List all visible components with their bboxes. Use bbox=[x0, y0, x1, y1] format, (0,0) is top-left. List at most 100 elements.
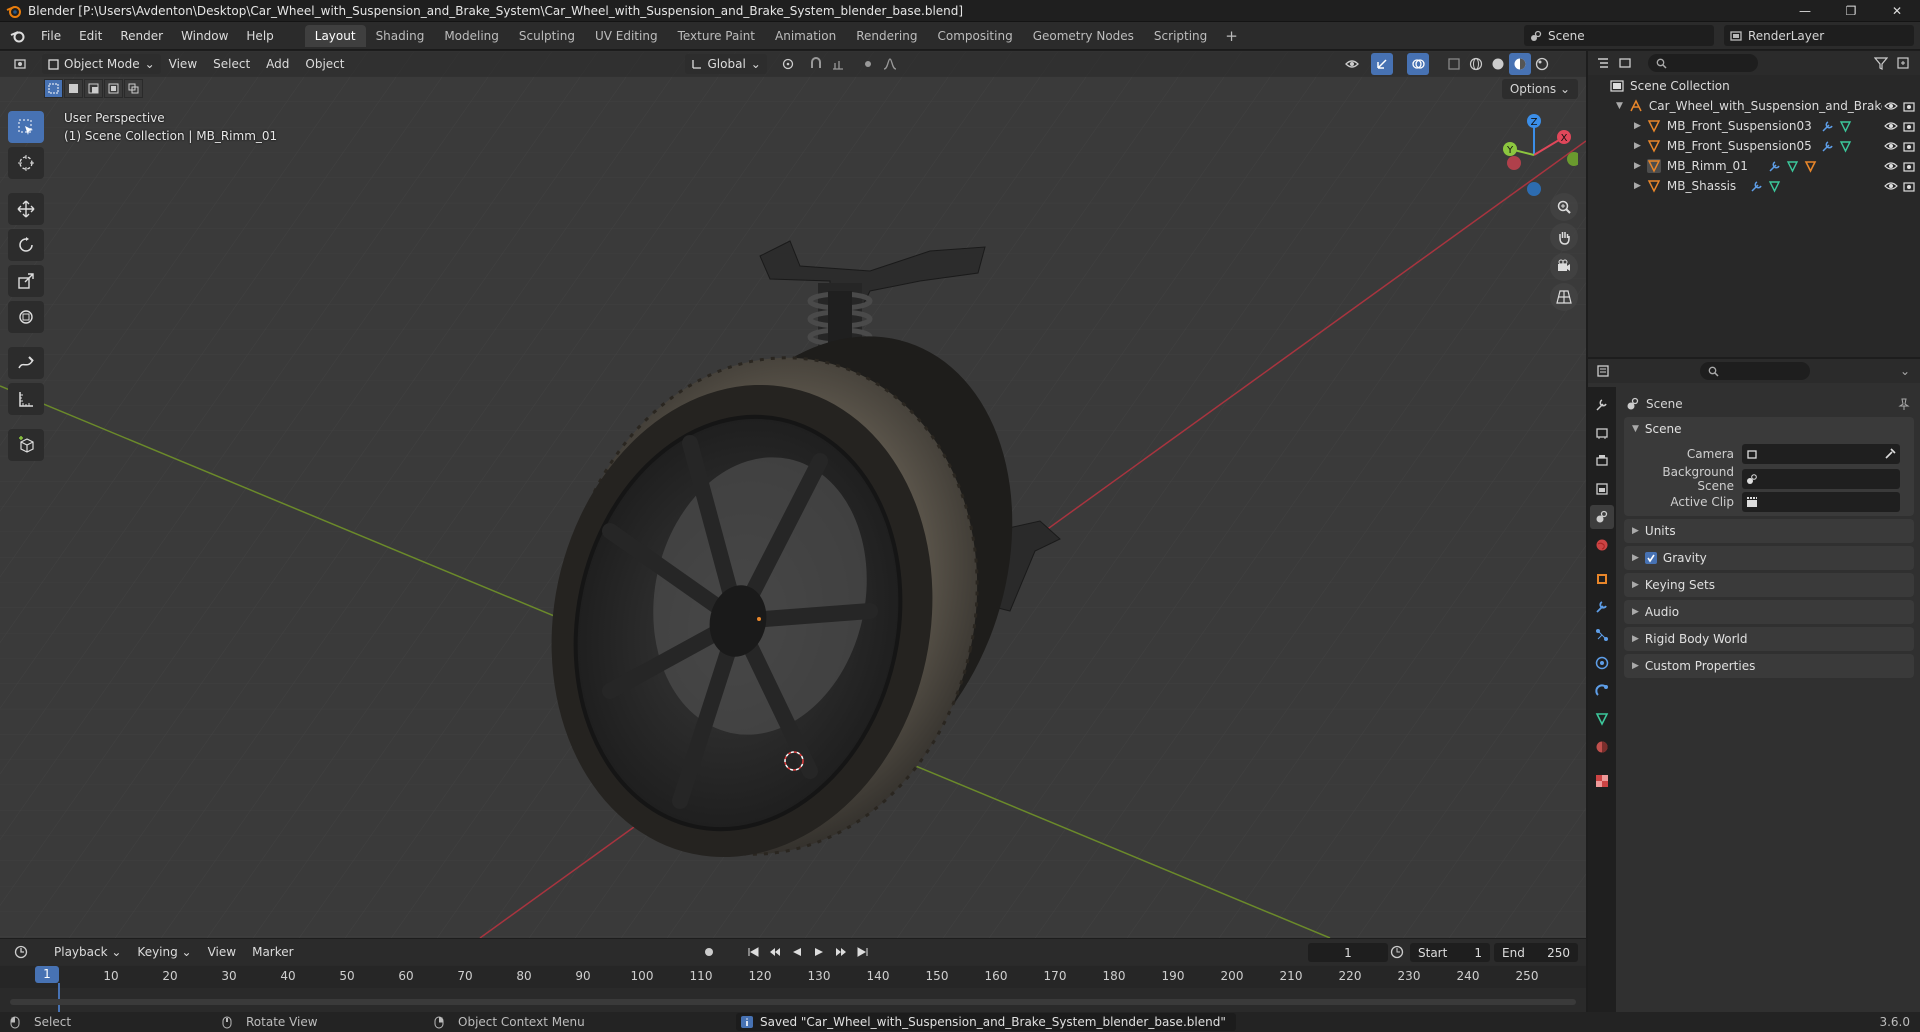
new-collection-icon[interactable] bbox=[1896, 56, 1910, 70]
tab-uv-editing[interactable]: UV Editing bbox=[585, 25, 668, 47]
outliner-collection-row[interactable]: ▼ Car_Wheel_with_Suspension_and_Brake bbox=[1588, 96, 1920, 116]
camera-view-icon[interactable] bbox=[1550, 253, 1578, 281]
close-window-button[interactable]: ✕ bbox=[1874, 0, 1920, 22]
expand-right-icon[interactable]: ▶ bbox=[1634, 161, 1641, 171]
jump-start-icon[interactable] bbox=[742, 941, 764, 963]
render-camera-icon[interactable] bbox=[1902, 179, 1916, 193]
expand-right-icon[interactable]: ▶ bbox=[1634, 141, 1641, 151]
timeline-menu-keying[interactable]: Keying ⌄ bbox=[129, 939, 199, 965]
tab-rendering[interactable]: Rendering bbox=[846, 25, 927, 47]
gravity-checkbox[interactable] bbox=[1644, 552, 1657, 564]
tab-animation[interactable]: Animation bbox=[765, 25, 846, 47]
viewport-menu-view[interactable]: View bbox=[161, 51, 205, 77]
record-keyframe-icon[interactable] bbox=[698, 941, 720, 963]
rotate-tool-icon[interactable] bbox=[8, 229, 44, 261]
restore-button[interactable]: ❐ bbox=[1828, 0, 1874, 22]
navigation-gizmo[interactable]: Z X Y bbox=[1490, 111, 1578, 199]
snap-icon[interactable] bbox=[805, 53, 827, 75]
expand-right-icon[interactable]: ▶ bbox=[1634, 121, 1641, 131]
render-camera-icon[interactable] bbox=[1902, 139, 1916, 153]
outliner-object-row[interactable]: ▶ MB_Front_Suspension05 bbox=[1588, 136, 1920, 156]
gizmo-toggle-icon[interactable] bbox=[1370, 53, 1393, 75]
end-frame-field[interactable]: End 250 bbox=[1494, 943, 1578, 962]
viewport-menu-object[interactable]: Object bbox=[297, 51, 352, 77]
playhead-frame-label[interactable]: 1 bbox=[35, 966, 59, 983]
measure-tool-icon[interactable] bbox=[8, 383, 44, 415]
wireframe-shading-icon[interactable] bbox=[1465, 53, 1487, 75]
snap-target-icon[interactable] bbox=[827, 53, 849, 75]
playhead[interactable] bbox=[58, 983, 60, 1013]
3d-viewport[interactable]: Object Mode ⌄ View Select Add Object Glo… bbox=[0, 51, 1586, 938]
outliner-object-row[interactable]: ▶ MB_Front_Suspension03 bbox=[1588, 116, 1920, 136]
timeline-menu-view[interactable]: View bbox=[200, 939, 244, 965]
tab-texture-paint[interactable]: Texture Paint bbox=[668, 25, 765, 47]
select-subtract-icon[interactable] bbox=[84, 79, 103, 98]
outliner-object-row[interactable]: ▶ MB_Shassis bbox=[1588, 176, 1920, 196]
filter-icon[interactable] bbox=[1874, 56, 1888, 70]
scene-tab-icon[interactable] bbox=[1590, 505, 1614, 529]
transform-tool-icon[interactable] bbox=[8, 301, 44, 333]
scale-tool-icon[interactable] bbox=[8, 265, 44, 297]
panel-scene-header[interactable]: ▼ Scene bbox=[1624, 417, 1914, 441]
properties-editor-icon[interactable] bbox=[1596, 364, 1610, 378]
cursor-tool-icon[interactable] bbox=[8, 147, 44, 179]
tab-modeling[interactable]: Modeling bbox=[434, 25, 509, 47]
expand-down-icon[interactable]: ▼ bbox=[1616, 101, 1623, 111]
eye-icon[interactable] bbox=[1882, 99, 1898, 113]
solid-shading-icon[interactable] bbox=[1487, 53, 1509, 75]
proportional-editing-icon[interactable] bbox=[857, 53, 879, 75]
menu-render[interactable]: Render bbox=[111, 22, 172, 50]
expand-right-icon[interactable]: ▶ bbox=[1634, 181, 1641, 191]
viewport-menu-select[interactable]: Select bbox=[205, 51, 258, 77]
chevron-down-icon[interactable]: ⌄ bbox=[1900, 364, 1910, 378]
blender-menu-icon[interactable] bbox=[4, 22, 32, 50]
scene-selector[interactable]: Scene bbox=[1524, 25, 1714, 46]
panel-custom-properties[interactable]: ▶ Custom Properties bbox=[1624, 654, 1914, 678]
select-new-icon[interactable] bbox=[44, 79, 63, 98]
pivot-point-icon[interactable] bbox=[777, 53, 799, 75]
outliner-object-row-active[interactable]: ▶ MB_Rimm_01 bbox=[1588, 156, 1920, 176]
tab-layout[interactable]: Layout bbox=[304, 24, 366, 47]
preview-range-icon[interactable] bbox=[1386, 941, 1408, 963]
viewport-menu-add[interactable]: Add bbox=[258, 51, 297, 77]
perspective-toggle-icon[interactable] bbox=[1550, 283, 1578, 311]
jump-end-icon[interactable] bbox=[852, 941, 874, 963]
annotate-tool-icon[interactable] bbox=[8, 347, 44, 379]
overlay-toggle-icon[interactable] bbox=[1406, 53, 1429, 75]
timeline-scrollbar[interactable] bbox=[10, 999, 1576, 1005]
eye-icon[interactable] bbox=[1884, 139, 1898, 153]
select-box-tool-icon[interactable] bbox=[8, 111, 44, 143]
display-mode-icon[interactable] bbox=[1618, 56, 1632, 70]
panel-gravity[interactable]: ▶ Gravity bbox=[1624, 546, 1914, 570]
tab-geometry-nodes[interactable]: Geometry Nodes bbox=[1023, 25, 1144, 47]
timeline-menu-marker[interactable]: Marker bbox=[244, 939, 301, 965]
timeline-ruler[interactable]: 10 20 30 40 50 60 70 80 90 100 110 120 1… bbox=[0, 966, 1586, 988]
falloff-icon[interactable] bbox=[879, 53, 901, 75]
eye-icon[interactable] bbox=[1884, 119, 1898, 133]
texture-tab-icon[interactable] bbox=[1590, 769, 1614, 793]
particles-tab-icon[interactable] bbox=[1590, 623, 1614, 647]
save-report[interactable]: Saved "Car_Wheel_with_Suspension_and_Bra… bbox=[736, 1013, 1236, 1031]
add-cube-tool-icon[interactable] bbox=[8, 429, 44, 461]
panel-keying-sets[interactable]: ▶ Keying Sets bbox=[1624, 573, 1914, 597]
tab-sculpting[interactable]: Sculpting bbox=[509, 25, 585, 47]
outliner-search-input[interactable] bbox=[1648, 54, 1758, 72]
menu-help[interactable]: Help bbox=[237, 22, 282, 50]
play-icon[interactable] bbox=[808, 941, 830, 963]
tab-scripting[interactable]: Scripting bbox=[1144, 25, 1217, 47]
editor-type-icon[interactable] bbox=[10, 53, 32, 75]
render-camera-icon[interactable] bbox=[1902, 99, 1916, 113]
output-tab-icon[interactable] bbox=[1590, 449, 1614, 473]
xray-toggle-icon[interactable] bbox=[1443, 53, 1465, 75]
tab-shading[interactable]: Shading bbox=[366, 25, 435, 47]
render-tab-icon[interactable] bbox=[1590, 421, 1614, 445]
panel-audio[interactable]: ▶ Audio bbox=[1624, 600, 1914, 624]
constraints-tab-icon[interactable] bbox=[1590, 679, 1614, 703]
zoom-icon[interactable] bbox=[1550, 193, 1578, 221]
prev-keyframe-icon[interactable] bbox=[764, 941, 786, 963]
start-frame-field[interactable]: Start 1 bbox=[1410, 943, 1490, 962]
options-dropdown[interactable]: Options ⌄ bbox=[1501, 79, 1578, 99]
material-preview-icon[interactable] bbox=[1508, 53, 1531, 75]
select-invert-icon[interactable] bbox=[104, 79, 123, 98]
object-tab-icon[interactable] bbox=[1590, 567, 1614, 591]
